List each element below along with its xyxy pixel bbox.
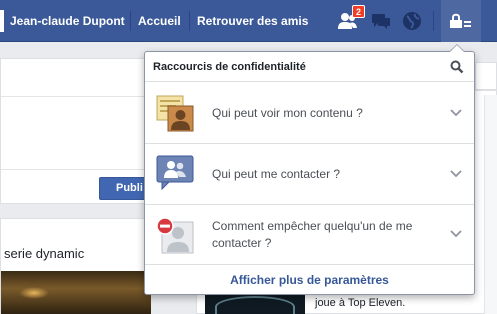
profile-name-link[interactable]: Jean-claude Dupont bbox=[10, 14, 125, 28]
chevron-down-icon bbox=[450, 230, 462, 238]
divider bbox=[1, 169, 151, 170]
privacy-shortcuts-button[interactable] bbox=[441, 0, 481, 42]
nav-divider bbox=[433, 11, 434, 31]
divider bbox=[1, 96, 151, 97]
lock-icon bbox=[450, 13, 471, 28]
scrollbar-track[interactable] bbox=[484, 95, 497, 314]
search-icon[interactable] bbox=[450, 60, 464, 74]
contact-icon bbox=[156, 155, 194, 191]
feed-post: serie dynamic bbox=[0, 218, 151, 314]
nav-divider bbox=[130, 11, 131, 31]
messages-icon[interactable] bbox=[370, 10, 392, 32]
privacy-item-block-someone[interactable]: Comment empêcher quelqu'un de me contact… bbox=[145, 205, 474, 265]
privacy-item-label: Qui peut voir mon contenu ? bbox=[212, 106, 363, 120]
post-text: serie dynamic bbox=[4, 246, 85, 261]
find-friends-link[interactable]: Retrouver des amis bbox=[197, 14, 308, 28]
game-graphic bbox=[215, 296, 295, 314]
dropdown-footer: Afficher plus de paramètres bbox=[145, 265, 474, 294]
post-image[interactable] bbox=[1, 271, 151, 314]
dropdown-caret bbox=[450, 45, 464, 52]
avatar bbox=[0, 10, 4, 32]
friend-requests-badge: 2 bbox=[352, 5, 366, 18]
profile-link[interactable] bbox=[0, 9, 4, 33]
see-more-settings-link[interactable]: Afficher plus de paramètres bbox=[230, 273, 389, 287]
privacy-item-label: Qui peut me contacter ? bbox=[212, 167, 341, 181]
chevron-down-icon bbox=[450, 170, 462, 178]
block-user-icon bbox=[156, 217, 194, 254]
chevron-down-icon bbox=[450, 109, 462, 117]
privacy-item-label: Comment empêcher quelqu'un de me contact… bbox=[212, 219, 413, 250]
dropdown-header: Raccourcis de confidentialité bbox=[145, 52, 474, 82]
privacy-item-who-can-contact[interactable]: Qui peut me contacter ? bbox=[145, 144, 474, 205]
top-navigation-bar: Jean-claude Dupont Accueil Retrouver des… bbox=[0, 0, 497, 42]
dropdown-title: Raccourcis de confidentialité bbox=[153, 61, 306, 73]
ticker-text: joue à Top Eleven. bbox=[315, 297, 406, 309]
background-panel bbox=[475, 62, 497, 90]
content-visibility-icon bbox=[156, 95, 194, 132]
publish-button-label: Publi bbox=[116, 182, 143, 194]
nav-divider bbox=[189, 11, 190, 31]
privacy-item-who-can-see[interactable]: Qui peut voir mon contenu ? bbox=[145, 83, 474, 144]
home-link[interactable]: Accueil bbox=[138, 14, 181, 28]
globe-icon[interactable] bbox=[401, 10, 423, 32]
image-highlight bbox=[19, 287, 49, 299]
privacy-shortcuts-dropdown: Raccourcis de confidentialité Qui peut v… bbox=[144, 51, 475, 295]
